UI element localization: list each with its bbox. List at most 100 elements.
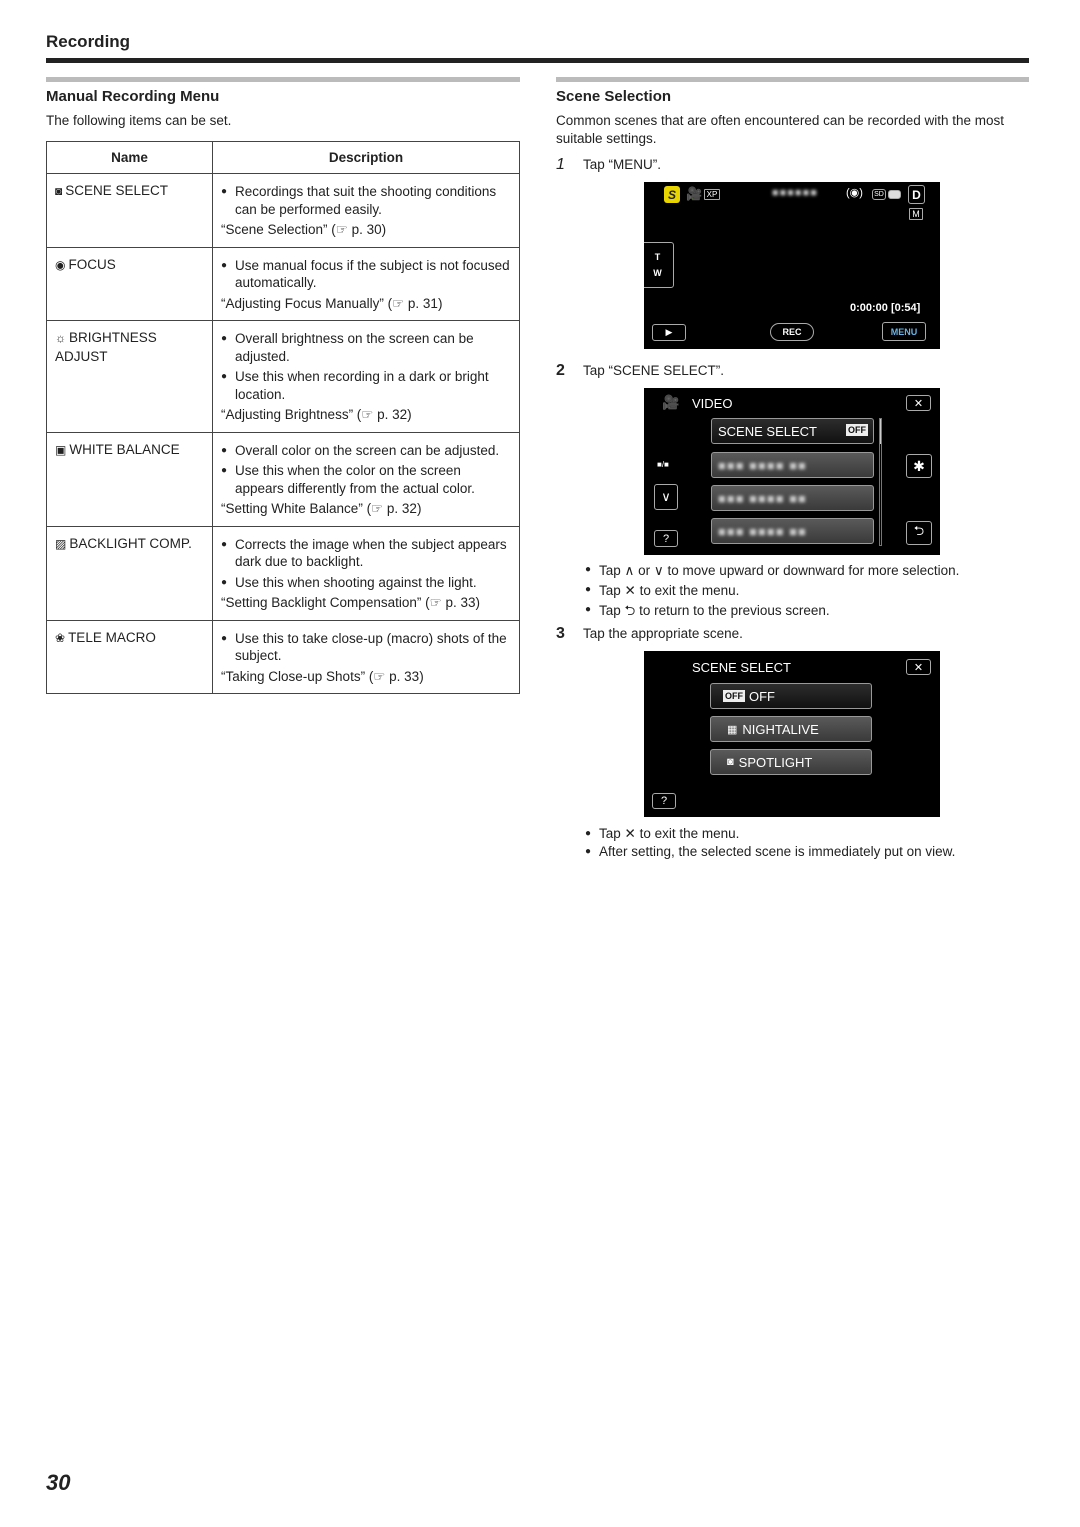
page-indicator: ■/■ (657, 460, 669, 469)
column-header-name: Name (46, 141, 213, 174)
description-bullet: ● Use manual focus if the subject is not … (221, 257, 513, 292)
step-2-notes: ● Tap ∧ or ∨ to move upward or downward f… (585, 561, 1029, 621)
bullet-text: Use this when shooting against the light… (235, 574, 477, 590)
rec-button[interactable]: REC (770, 323, 814, 341)
elapsed-time: 0:00:00 (850, 302, 888, 314)
menu-item-label: SCENE SELECT (718, 423, 817, 439)
section-title: Scene Selection (556, 88, 672, 105)
scene-option-off[interactable]: OFF OFF (710, 683, 872, 709)
playback-button[interactable]: ▶ (652, 324, 686, 341)
note-item: ● Tap ⮌ to return to the previous screen. (585, 601, 1029, 621)
bullet-text: Recordings that suit the shooting condit… (235, 184, 497, 217)
cell-name: ☼ BRIGHTNESS ADJUST (46, 320, 213, 433)
section-intro: Common scenes that are often encountered… (556, 113, 1005, 146)
table-row: ▣ WHITE BALANCE ● Overall color on the scre… (46, 431, 520, 527)
close-button[interactable]: ✕ (906, 659, 931, 675)
scrollbar[interactable] (879, 418, 882, 546)
manual-recording-menu-section: Manual Recording Menu The following item… (46, 77, 520, 694)
page-reference-link[interactable]: “Setting White Balance” (☞ p. 32) (221, 500, 513, 518)
menu-item-blurred[interactable]: ■■■ ■■■■ ■■ (711, 452, 874, 478)
menu-items-table: Name Description ◙ SCENE SELECT ● Recording… (46, 141, 520, 694)
scene-option-label: SPOTLIGHT (738, 754, 813, 770)
help-button[interactable]: ? (652, 793, 676, 809)
bullet-text: Use this to take close-up (macro) shots … (235, 630, 507, 664)
manual-mode-icon: M (909, 208, 923, 220)
description-bullet: ● Use this when recording in a dark or br… (221, 368, 513, 403)
item-name: WHITE BALANCE (69, 441, 180, 457)
scroll-down-button[interactable]: ∨ (654, 484, 678, 510)
back-button[interactable]: ⮌ (906, 521, 932, 545)
camera-screen-scene-select: SCENE SELECT ✕ OFF OFF ▦ NIGHTALIVE ◙ SP… (644, 651, 940, 817)
menu-item-blurred[interactable]: ■■■ ■■■■ ■■ (711, 518, 874, 544)
page-reference-link[interactable]: “Taking Close-up Shots” (☞ p. 33) (221, 668, 513, 686)
cell-name: ▨ BACKLIGHT COMP. (46, 525, 213, 621)
page-reference-link[interactable]: “Setting Backlight Compensation” (☞ p. 3… (221, 594, 513, 612)
description-bullet: ● Use this when shooting against the ligh… (221, 574, 477, 590)
step-text: Tap the appropriate scene. (583, 626, 743, 641)
menu-item-scene-select[interactable]: SCENE SELECT OFF (711, 418, 874, 444)
cell-description: ● Corrects the image when the subject app… (212, 525, 520, 621)
page-reference-link[interactable]: “Adjusting Focus Manually” (☞ p. 31) (221, 295, 513, 313)
bullet-text: Use this when recording in a dark or bri… (235, 369, 489, 402)
note-text: Tap ✕ to exit the menu. (599, 583, 740, 598)
page-number: 30 (46, 1470, 71, 1495)
cell-description: ● Use this to take close-up (macro) shots… (212, 619, 520, 694)
close-button[interactable]: ✕ (906, 395, 931, 411)
description-bullet: ● Use this to take close-up (macro) shots… (221, 630, 513, 665)
zoom-control[interactable]: T W (644, 242, 674, 288)
scene-option-spotlight[interactable]: ◙ SPOTLIGHT (710, 749, 872, 775)
column-header-description: Description (212, 141, 520, 174)
zoom-tele-label: T (654, 252, 661, 262)
cell-description: ● Use manual focus if the subject is not … (212, 246, 520, 321)
table-row: ❀ TELE MACRO ● Use this to take close-up (m… (46, 619, 520, 694)
off-badge: OFF (723, 690, 745, 702)
settings-button[interactable]: ✱ (906, 454, 932, 478)
cell-name: ❀ TELE MACRO (46, 619, 213, 694)
step-2: 2 Tap “SCENE SELECT”. (556, 362, 1029, 380)
help-button[interactable]: ? (654, 530, 678, 547)
status-indicator: ■■■■■■ (772, 187, 818, 199)
item-name: FOCUS (68, 256, 116, 272)
section-intro: The following items can be set. (46, 113, 232, 128)
spotlight-icon: ◙ (727, 756, 734, 768)
description-bullet: ● Overall color on the screen can be adju… (221, 442, 500, 458)
note-item: ● Tap ✕ to exit the menu. (585, 581, 1029, 601)
scene-mode-badge[interactable]: S (664, 186, 680, 203)
table-row: ◙ SCENE SELECT ● Recordings that suit the s… (46, 173, 520, 248)
table-row: ▨ BACKLIGHT COMP. ● Corrects the image when… (46, 525, 520, 621)
description-bullet: ● Overall brightness on the screen can be… (221, 330, 513, 365)
step-number: 1 (556, 156, 565, 173)
item-name: BACKLIGHT COMP. (69, 535, 192, 551)
scene-option-label: NIGHTALIVE (742, 721, 819, 737)
display-button[interactable]: D (908, 185, 925, 204)
camera-screen-recording: S 🎥 XP ■■■■■■ (◉) SD D M T W 0:00:00 [0:… (644, 182, 940, 349)
item-name: BRIGHTNESS ADJUST (55, 330, 157, 364)
scene-option-nightalive[interactable]: ▦ NIGHTALIVE (710, 716, 872, 742)
menu-button[interactable]: MENU (882, 322, 926, 341)
step-number: 3 (556, 625, 565, 642)
note-text: Tap ⮌ to return to the previous screen. (599, 603, 830, 618)
camera-screen-video-menu: 🎥 VIDEO ✕ SCENE SELECT OFF ■■■ ■■■■ ■■ ■… (644, 388, 940, 555)
video-mode-icon: 🎥 (662, 394, 680, 410)
scene-option-label: OFF (749, 688, 775, 704)
quality-xp-icon: XP (704, 189, 720, 200)
section-bar (556, 77, 1029, 82)
bullet-text: Overall color on the screen can be adjus… (235, 442, 500, 458)
description-bullet: ● Recordings that suit the shooting condi… (221, 183, 513, 218)
page-reference-link[interactable]: “Adjusting Brightness” (☞ p. 32) (221, 406, 513, 424)
scene-select-title: SCENE SELECT (692, 660, 791, 675)
step-3-notes: ● Tap ✕ to exit the menu. ● After setting,… (585, 825, 1029, 861)
note-text: Tap ✕ to exit the menu. (599, 826, 740, 841)
step-number: 2 (556, 362, 565, 379)
section-bar (46, 77, 520, 82)
white-balance-icon: ▣ (55, 442, 67, 457)
battery-icon (888, 190, 901, 199)
step-text: Tap “MENU”. (583, 157, 662, 172)
bullet-text: Corrects the image when the subject appe… (235, 536, 507, 570)
video-mode-icon: 🎥 (686, 186, 703, 201)
bullet-text: Overall brightness on the screen can be … (235, 331, 474, 364)
item-name: SCENE SELECT (65, 183, 169, 198)
menu-item-blurred[interactable]: ■■■ ■■■■ ■■ (711, 485, 874, 511)
off-badge: OFF (846, 424, 868, 436)
page-reference-link[interactable]: “Scene Selection” (☞ p. 30) (221, 221, 513, 239)
